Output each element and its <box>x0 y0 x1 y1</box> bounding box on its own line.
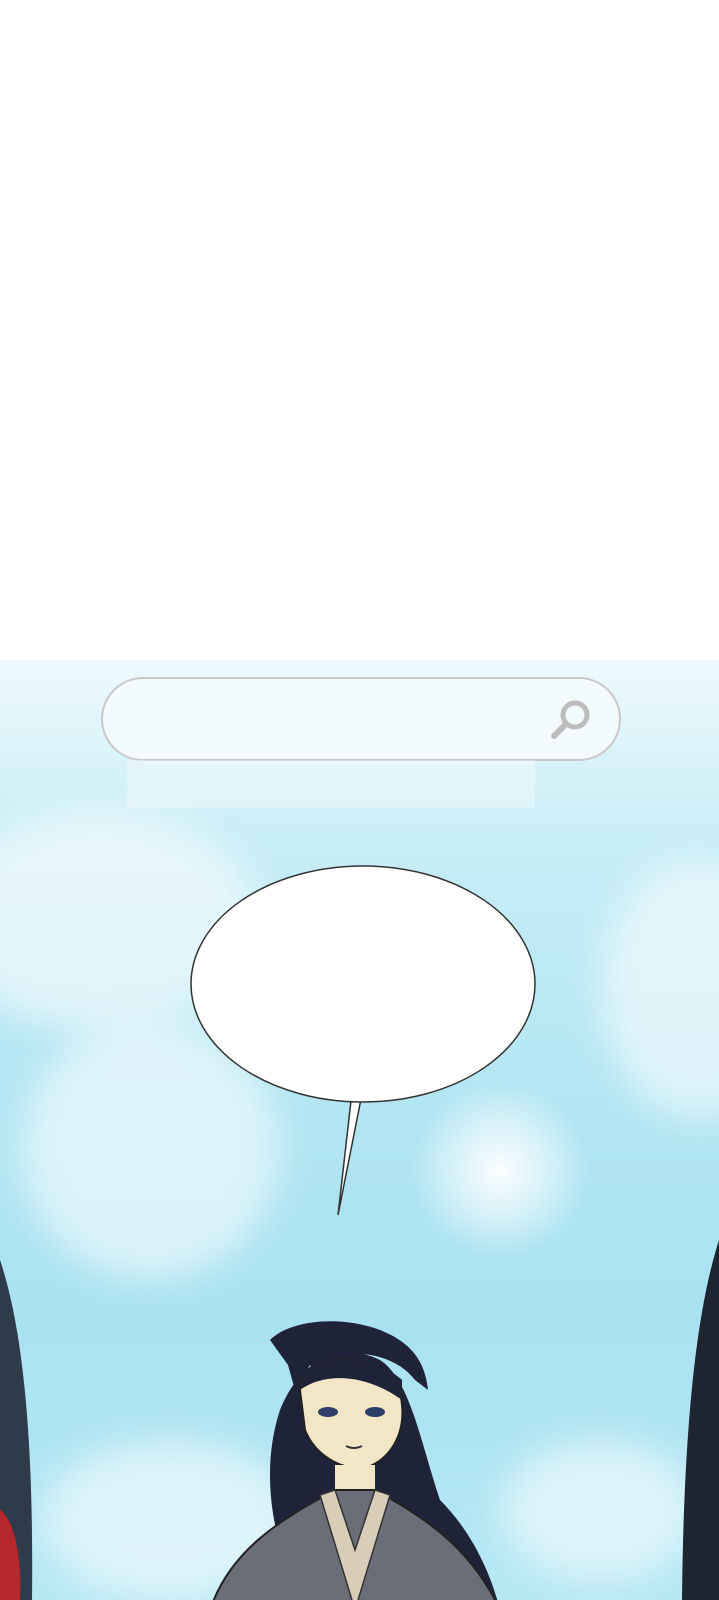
side-figure-right <box>670 1240 719 1600</box>
speech-bubble <box>190 860 550 1240</box>
blank-panel <box>0 0 719 660</box>
magnifier-icon[interactable] <box>545 695 597 747</box>
side-figure-left <box>0 1260 50 1600</box>
search-input[interactable] <box>129 689 533 751</box>
character-figure <box>170 1320 570 1600</box>
search-bar[interactable] <box>101 677 621 761</box>
cloud <box>600 860 719 1120</box>
sky-panel <box>0 660 719 1600</box>
caption-box <box>127 760 535 808</box>
